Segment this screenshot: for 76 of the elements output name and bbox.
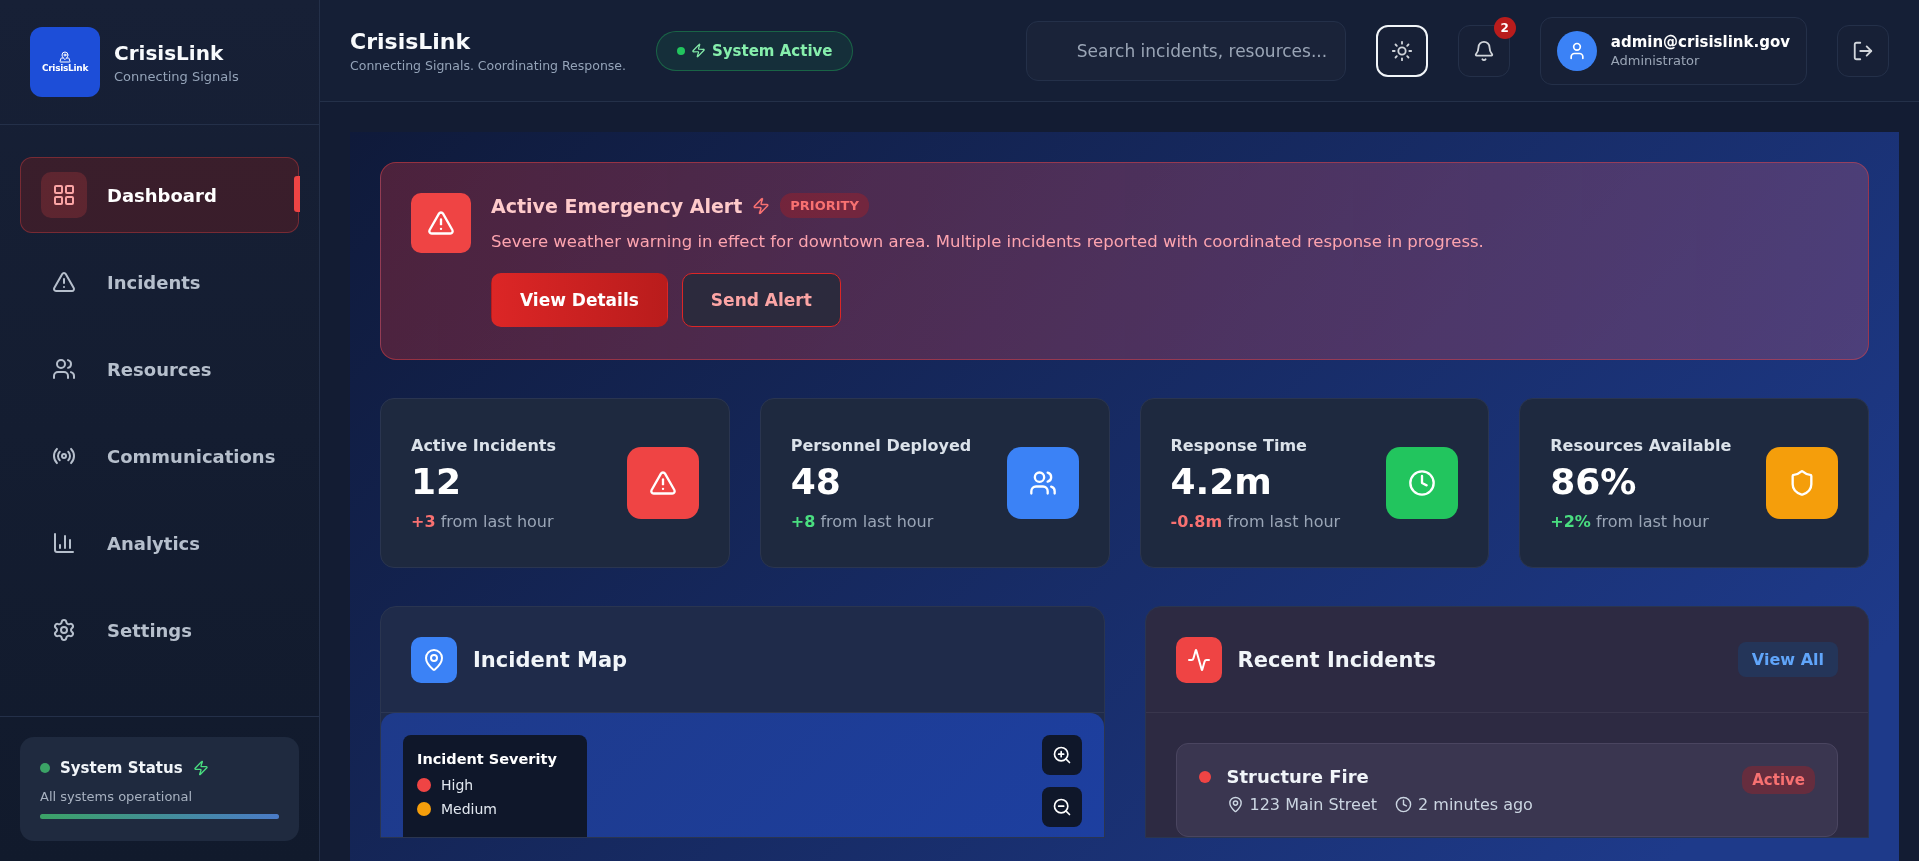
notification-count: 2 [1493,16,1516,39]
logout-button[interactable] [1837,24,1889,77]
stat-label: Active Incidents [411,435,557,455]
stat-label: Response Time [1170,435,1308,455]
panel-title: Recent Incidents [1237,647,1437,672]
status-text: All systems operational [40,789,194,804]
brand-name: CrisisLink [114,40,225,65]
stat-label: Resources Available [1550,435,1732,455]
legend-title: Incident Severity [417,751,558,767]
nav-item[interactable]: Settings [20,592,299,668]
notifications-button[interactable] [1457,24,1510,77]
clock-icon [1395,796,1413,813]
page-subtitle: Connecting Signals. Coordinating Response. [350,57,626,73]
view-details-button[interactable]: View Details [491,273,668,327]
clock-icon [1408,469,1437,497]
warning-icon [411,193,471,253]
priority-badge: PRIORITY [780,193,869,218]
bell-icon [1472,39,1495,62]
incident-time: 2 minutes ago [1395,795,1533,814]
page-title: CrisisLink [350,28,472,54]
map-pin-icon [411,636,457,683]
users-icon [1028,469,1057,497]
panel-title: Incident Map [473,647,628,672]
stat-value: 48 [790,460,842,502]
activity-icon [1175,636,1222,683]
zoom-out-button[interactable] [1041,787,1082,827]
user-email: admin@crisislink.gov [1610,33,1790,51]
stat-value: 4.2m [1170,460,1273,502]
status-badge: Active [1742,766,1815,794]
nav-item[interactable]: Communications [20,418,299,494]
view-all-button[interactable]: View All [1737,642,1838,677]
nav-item[interactable]: Incidents [20,244,299,320]
incident-location: 123 Main Street [1226,795,1378,814]
stat-change: +3 from last hour [411,511,555,531]
stat-value: 86% [1550,460,1638,502]
status-dot [40,763,50,773]
incident-title: Structure Fire [1226,766,1369,787]
legend-label: High [441,777,474,793]
legend-label: Medium [441,801,497,817]
brand-tagline: Connecting Signals [114,68,239,84]
alert-message: Severe weather warning in effect for downtown area. Multiple incidents reported with coordinated response in progress. [491,232,1484,251]
users-icon [52,357,76,381]
zoom-in-icon [1051,745,1072,765]
search-field[interactable]: Search incidents, resources... [1025,20,1346,81]
theme-toggle-button[interactable] [1375,24,1428,77]
user-menu[interactable]: admin@crisislink.gov Administrator [1539,16,1807,85]
lightning-icon [752,196,771,215]
stat-change: +8 from last hour [790,511,935,531]
nav-item[interactable]: Dashboard [20,157,299,233]
map-pin-icon [1226,796,1244,813]
grid-icon [52,183,76,207]
stat-value: 12 [411,460,463,502]
system-active-badge: System Active [656,30,854,71]
user-avatar [1556,30,1597,71]
user-role: Administrator [1610,53,1701,68]
bar-chart-icon [52,531,76,555]
nav-item[interactable]: Analytics [20,505,299,581]
incident-card[interactable]: Structure Fire 123 Main Street 2 minutes ago Active [1175,743,1838,837]
lightning-icon [192,760,209,776]
zoom-out-icon [1051,797,1072,817]
stat-label: Personnel Deployed [790,435,972,455]
stat-change: -0.8m from last hour [1170,511,1341,531]
warning-icon [648,469,677,497]
logout-icon [1852,39,1874,62]
active-indicator [294,176,300,212]
logo: CrisisLink [30,27,100,97]
nav-item[interactable]: Resources [20,331,299,407]
status-title: System Status [60,759,183,777]
warning-icon [52,270,76,294]
alert-title: Active Emergency Alert [491,194,743,217]
stat-change: +2% from last hour [1550,511,1710,531]
map[interactable]: Incident Severity High Medium [381,713,1104,837]
zoom-in-button[interactable] [1041,735,1082,775]
sun-icon [1390,39,1413,62]
send-alert-button[interactable]: Send Alert [681,273,841,327]
settings-icon [52,618,76,642]
